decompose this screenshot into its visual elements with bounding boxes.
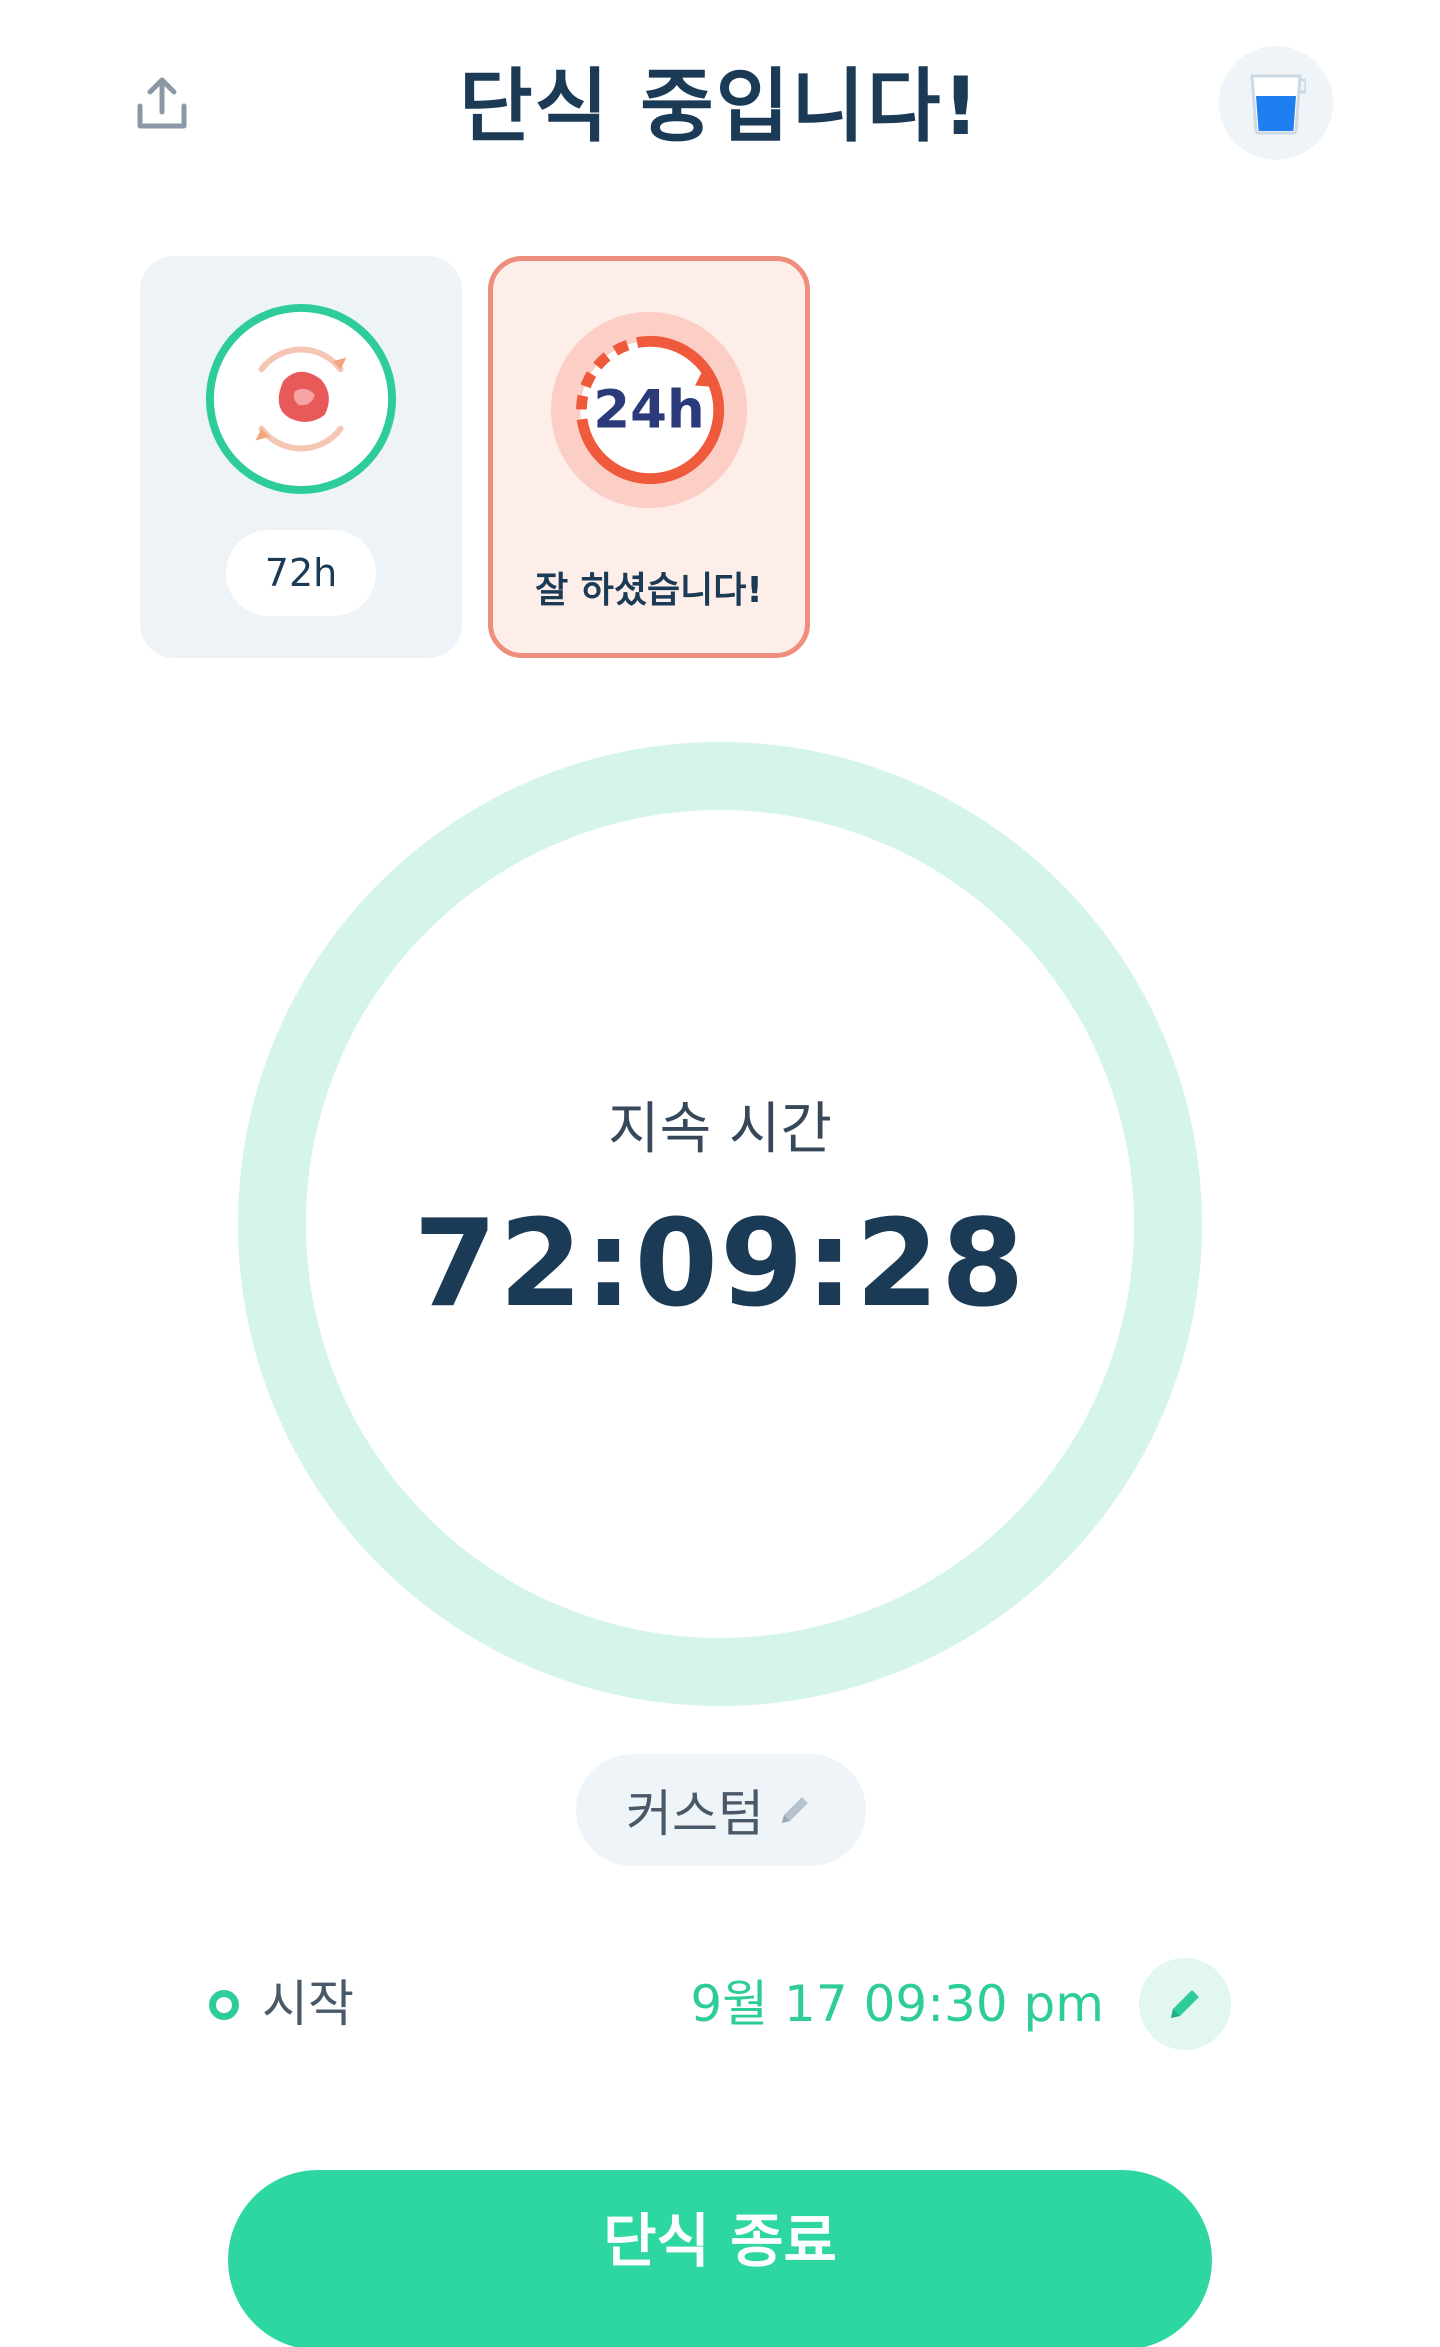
pencil-icon [1171, 1990, 1199, 2018]
end-fast-button[interactable]: 단식 종료 [228, 2170, 1212, 2347]
water-glass-icon [1250, 74, 1306, 135]
stomach-cycle-icon [205, 303, 397, 495]
badge-label-24h: 잘 하셨습니다! [535, 570, 763, 611]
elapsed-label: 지속 시간 [608, 1097, 832, 1162]
badge-label-72h: 72h [226, 530, 376, 616]
fasting-screen: 단식 중입니다! 72h 24h 잘 하셨습니다! 지속 시간 72:09:28… [0, 0, 1440, 2347]
plan-label: 커스텀 [626, 1785, 764, 1843]
start-indicator-dot [209, 1990, 239, 2020]
plan-selector-button[interactable]: 커스텀 [576, 1754, 866, 1866]
24h-clock-icon: 24h [550, 311, 748, 509]
badge-card-72h[interactable]: 72h [140, 256, 462, 658]
start-time[interactable]: 9월 17 09:30 pm [690, 1966, 1104, 2042]
water-button[interactable] [1219, 46, 1333, 160]
badge-card-24h[interactable]: 24h 잘 하셨습니다! [488, 256, 810, 658]
24h-icon-text: 24h [593, 380, 704, 441]
start-label: 시작 [262, 1975, 354, 2033]
pencil-icon [782, 1797, 808, 1823]
elapsed-time: 72:09:28 [413, 1195, 1027, 1334]
edit-start-button[interactable] [1139, 1958, 1231, 2050]
